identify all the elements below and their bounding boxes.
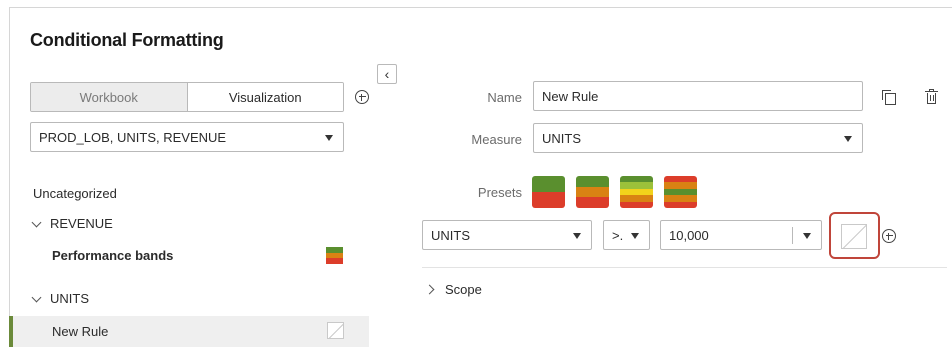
add-condition-icon[interactable] [882,229,896,243]
chevron-down-icon [325,135,333,141]
chevron-down-icon [844,136,852,142]
chevron-right-icon [424,284,435,295]
condition-value: 10,000 [669,227,709,243]
tree-group-revenue[interactable]: REVENUE [30,216,113,231]
chevron-down-icon [803,233,811,239]
presets-label: Presets [477,185,522,200]
measure-select-value: UNITS [542,130,581,146]
rule-name-value: New Rule [542,88,599,104]
empty-color-swatch-icon [327,322,344,339]
chevron-down-icon [31,292,42,302]
name-label: Name [487,90,522,105]
performance-bands-icon [326,247,343,265]
preset-two-band[interactable] [532,176,565,208]
columns-select[interactable]: PROD_LOB, UNITS, REVENUE [30,122,344,152]
divider [422,267,947,268]
chevron-down-icon [31,217,42,227]
chevron-down-icon [631,233,639,239]
condition-field-value: UNITS [431,227,470,243]
empty-color-swatch-icon [841,224,867,249]
delete-icon[interactable] [925,89,938,104]
preset-three-band[interactable] [576,176,609,208]
measure-label: Measure [471,132,522,147]
scope-expander[interactable]: Scope [424,282,482,297]
scope-label: Scope [445,282,482,297]
tab-workbook[interactable]: Workbook [31,83,188,111]
chevron-left-icon: ‹ [384,66,390,82]
condition-operator-value: >. [612,227,624,243]
tree-group-label: UNITS [50,291,89,306]
chevron-down-icon [573,233,581,239]
columns-select-value: PROD_LOB, UNITS, REVENUE [39,129,227,145]
dialog-title: Conditional Formatting [30,30,224,50]
preset-five-band-alt[interactable] [664,176,697,208]
add-rule-icon[interactable] [355,90,369,104]
scope-tabs: Workbook Visualization [30,82,344,112]
preset-five-band[interactable] [620,176,653,208]
condition-value-combobox[interactable]: 10,000 [660,220,822,250]
tree-group-label: REVENUE [50,216,113,231]
copy-icon[interactable] [882,90,896,105]
rule-name-input[interactable]: New Rule [533,81,863,111]
rule-new-rule[interactable]: New Rule [52,324,108,339]
tree-group-units[interactable]: UNITS [30,291,89,306]
condition-field-select[interactable]: UNITS [422,220,592,250]
color-picker-button[interactable] [829,212,880,259]
condition-operator-select[interactable]: >. [603,220,650,250]
section-uncategorized: Uncategorized [33,186,117,201]
rule-performance-bands[interactable]: Performance bands [52,248,173,263]
measure-select[interactable]: UNITS [533,123,863,153]
collapse-panel-button[interactable]: ‹ [377,64,397,84]
tab-visualization[interactable]: Visualization [187,83,343,111]
